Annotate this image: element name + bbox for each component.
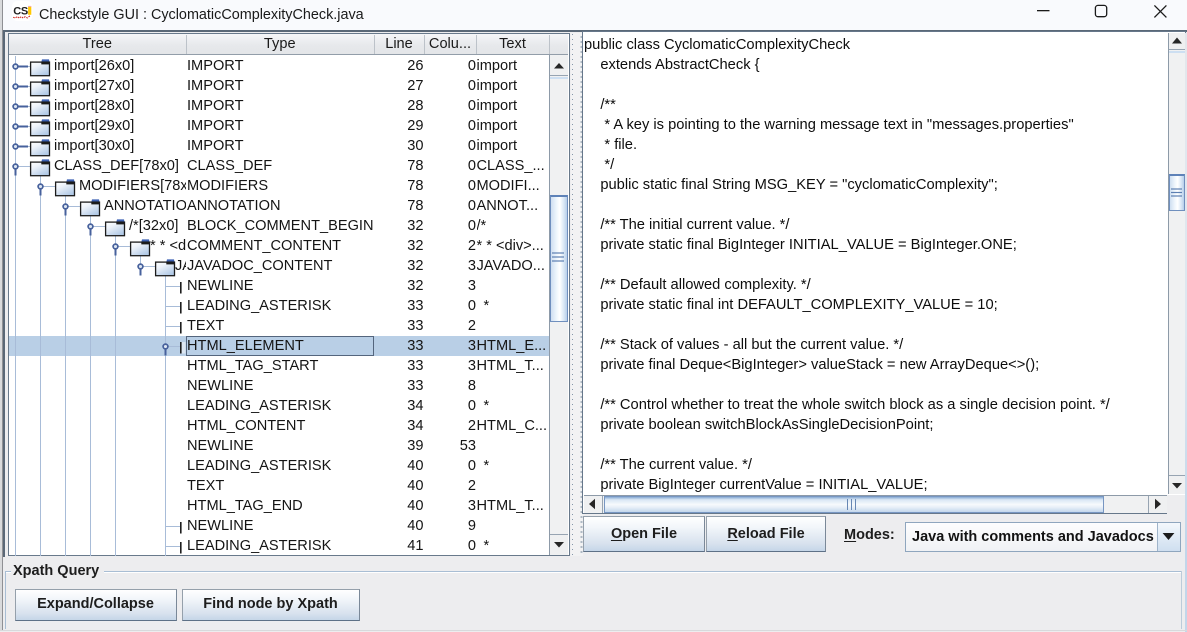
svg-text:CS: CS bbox=[13, 5, 28, 17]
